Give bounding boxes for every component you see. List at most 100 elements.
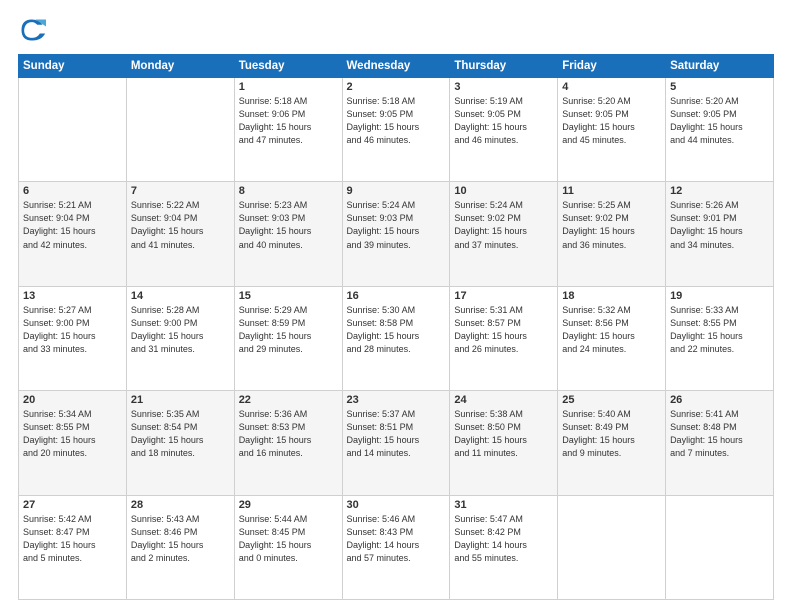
logo-icon — [18, 16, 46, 44]
day-info: Sunrise: 5:19 AM Sunset: 9:05 PM Dayligh… — [454, 95, 553, 147]
calendar-cell: 5Sunrise: 5:20 AM Sunset: 9:05 PM Daylig… — [666, 78, 774, 182]
day-number: 2 — [347, 81, 446, 93]
day-number: 19 — [670, 290, 769, 302]
day-info: Sunrise: 5:46 AM Sunset: 8:43 PM Dayligh… — [347, 513, 446, 565]
day-number: 27 — [23, 499, 122, 511]
day-info: Sunrise: 5:47 AM Sunset: 8:42 PM Dayligh… — [454, 513, 553, 565]
day-number: 7 — [131, 185, 230, 197]
calendar-cell: 10 Sunrise: 5:24 AM Sunset: 9:02 PM Dayli… — [450, 182, 558, 286]
day-info: Sunrise: 5:30 AM Sunset: 8:58 PM Dayligh… — [347, 304, 446, 356]
day-number: 11 — [562, 185, 661, 197]
day-info: Sunrise: 5:37 AM Sunset: 8:51 PM Dayligh… — [347, 408, 446, 460]
header — [18, 16, 774, 44]
calendar-cell: 4 Sunrise: 5:20 AM Sunset: 9:05 PM Daylig… — [558, 78, 666, 182]
day-number: 30 — [347, 499, 446, 511]
calendar-cell — [19, 78, 127, 182]
day-info: Sunrise: 5:31 AM Sunset: 8:57 PM Dayligh… — [454, 304, 553, 356]
day-info: Sunrise: 5:29 AM Sunset: 8:59 PM Dayligh… — [239, 304, 338, 356]
calendar-week-row: 20Sunrise: 5:34 AM Sunset: 8:55 PM Dayli… — [19, 391, 774, 495]
calendar-cell: 29 Sunrise: 5:44 AM Sunset: 8:45 PM Dayli… — [234, 495, 342, 599]
day-info: Sunrise: 5:23 AM Sunset: 9:03 PM Dayligh… — [239, 199, 338, 251]
calendar-day-header: Monday — [126, 55, 234, 78]
calendar-cell: 6 Sunrise: 5:21 AM Sunset: 9:04 PM Daylig… — [19, 182, 127, 286]
day-info: Sunrise: 5:44 AM Sunset: 8:45 PM Dayligh… — [239, 513, 338, 565]
day-number: 12 — [670, 185, 769, 197]
calendar-cell: 1 Sunrise: 5:18 AM Sunset: 9:06 PM Daylig… — [234, 78, 342, 182]
day-number: 15 — [239, 290, 338, 302]
calendar-cell: 28 Sunrise: 5:43 AM Sunset: 8:46 PM Dayli… — [126, 495, 234, 599]
calendar-cell: 21 Sunrise: 5:35 AM Sunset: 8:54 PM Dayli… — [126, 391, 234, 495]
day-number: 9 — [347, 185, 446, 197]
calendar-cell: 15 Sunrise: 5:29 AM Sunset: 8:59 PM Dayli… — [234, 286, 342, 390]
calendar-week-row: 1 Sunrise: 5:18 AM Sunset: 9:06 PM Daylig… — [19, 78, 774, 182]
calendar-cell: 24 Sunrise: 5:38 AM Sunset: 8:50 PM Dayli… — [450, 391, 558, 495]
day-info: Sunrise: 5:27 AM Sunset: 9:00 PM Dayligh… — [23, 304, 122, 356]
day-info: Sunrise: 5:26 AM Sunset: 9:01 PM Dayligh… — [670, 199, 769, 251]
calendar-cell: 14Sunrise: 5:28 AM Sunset: 9:00 PM Dayli… — [126, 286, 234, 390]
day-number: 21 — [131, 394, 230, 406]
calendar-cell: 25 Sunrise: 5:40 AM Sunset: 8:49 PM Dayli… — [558, 391, 666, 495]
day-number: 8 — [239, 185, 338, 197]
calendar-week-row: 6 Sunrise: 5:21 AM Sunset: 9:04 PM Daylig… — [19, 182, 774, 286]
calendar-week-row: 27 Sunrise: 5:42 AM Sunset: 8:47 PM Dayli… — [19, 495, 774, 599]
calendar-cell: 31 Sunrise: 5:47 AM Sunset: 8:42 PM Dayli… — [450, 495, 558, 599]
calendar-day-header: Saturday — [666, 55, 774, 78]
calendar-day-header: Friday — [558, 55, 666, 78]
day-info: Sunrise: 5:43 AM Sunset: 8:46 PM Dayligh… — [131, 513, 230, 565]
calendar-cell: 23 Sunrise: 5:37 AM Sunset: 8:51 PM Dayli… — [342, 391, 450, 495]
calendar-cell — [126, 78, 234, 182]
day-number: 17 — [454, 290, 553, 302]
day-number: 4 — [562, 81, 661, 93]
day-info: Sunrise: 5:25 AM Sunset: 9:02 PM Dayligh… — [562, 199, 661, 251]
calendar-day-header: Wednesday — [342, 55, 450, 78]
calendar-cell: 22Sunrise: 5:36 AM Sunset: 8:53 PM Dayli… — [234, 391, 342, 495]
day-number: 26 — [670, 394, 769, 406]
day-number: 29 — [239, 499, 338, 511]
day-number: 20 — [23, 394, 122, 406]
calendar-cell: 8 Sunrise: 5:23 AM Sunset: 9:03 PM Daylig… — [234, 182, 342, 286]
calendar-day-header: Thursday — [450, 55, 558, 78]
day-number: 28 — [131, 499, 230, 511]
calendar-cell: 26Sunrise: 5:41 AM Sunset: 8:48 PM Dayli… — [666, 391, 774, 495]
day-number: 1 — [239, 81, 338, 93]
day-number: 10 — [454, 185, 553, 197]
calendar-cell: 17 Sunrise: 5:31 AM Sunset: 8:57 PM Dayli… — [450, 286, 558, 390]
day-info: Sunrise: 5:38 AM Sunset: 8:50 PM Dayligh… — [454, 408, 553, 460]
calendar-cell — [558, 495, 666, 599]
day-info: Sunrise: 5:42 AM Sunset: 8:47 PM Dayligh… — [23, 513, 122, 565]
day-number: 6 — [23, 185, 122, 197]
day-number: 18 — [562, 290, 661, 302]
day-number: 23 — [347, 394, 446, 406]
calendar-cell: 11 Sunrise: 5:25 AM Sunset: 9:02 PM Dayli… — [558, 182, 666, 286]
day-number: 3 — [454, 81, 553, 93]
calendar-cell: 13Sunrise: 5:27 AM Sunset: 9:00 PM Dayli… — [19, 286, 127, 390]
day-info: Sunrise: 5:20 AM Sunset: 9:05 PM Dayligh… — [670, 95, 769, 147]
day-number: 16 — [347, 290, 446, 302]
calendar-week-row: 13Sunrise: 5:27 AM Sunset: 9:00 PM Dayli… — [19, 286, 774, 390]
calendar-cell: 2 Sunrise: 5:18 AM Sunset: 9:05 PM Daylig… — [342, 78, 450, 182]
day-info: Sunrise: 5:20 AM Sunset: 9:05 PM Dayligh… — [562, 95, 661, 147]
calendar-cell: 16 Sunrise: 5:30 AM Sunset: 8:58 PM Dayli… — [342, 286, 450, 390]
day-info: Sunrise: 5:36 AM Sunset: 8:53 PM Dayligh… — [239, 408, 338, 460]
day-info: Sunrise: 5:18 AM Sunset: 9:05 PM Dayligh… — [347, 95, 446, 147]
calendar-cell: 3 Sunrise: 5:19 AM Sunset: 9:05 PM Daylig… — [450, 78, 558, 182]
calendar-cell: 7 Sunrise: 5:22 AM Sunset: 9:04 PM Daylig… — [126, 182, 234, 286]
day-info: Sunrise: 5:21 AM Sunset: 9:04 PM Dayligh… — [23, 199, 122, 251]
day-info: Sunrise: 5:18 AM Sunset: 9:06 PM Dayligh… — [239, 95, 338, 147]
calendar-cell: 9 Sunrise: 5:24 AM Sunset: 9:03 PM Daylig… — [342, 182, 450, 286]
calendar-cell: 20Sunrise: 5:34 AM Sunset: 8:55 PM Dayli… — [19, 391, 127, 495]
day-number: 25 — [562, 394, 661, 406]
day-number: 31 — [454, 499, 553, 511]
day-number: 24 — [454, 394, 553, 406]
day-info: Sunrise: 5:32 AM Sunset: 8:56 PM Dayligh… — [562, 304, 661, 356]
calendar-cell: 12 Sunrise: 5:26 AM Sunset: 9:01 PM Dayli… — [666, 182, 774, 286]
day-number: 14 — [131, 290, 230, 302]
day-info: Sunrise: 5:24 AM Sunset: 9:02 PM Dayligh… — [454, 199, 553, 251]
day-info: Sunrise: 5:22 AM Sunset: 9:04 PM Dayligh… — [131, 199, 230, 251]
page: SundayMondayTuesdayWednesdayThursdayFrid… — [0, 0, 792, 612]
calendar-cell: 18 Sunrise: 5:32 AM Sunset: 8:56 PM Dayli… — [558, 286, 666, 390]
day-info: Sunrise: 5:35 AM Sunset: 8:54 PM Dayligh… — [131, 408, 230, 460]
calendar-day-header: Tuesday — [234, 55, 342, 78]
day-info: Sunrise: 5:24 AM Sunset: 9:03 PM Dayligh… — [347, 199, 446, 251]
day-info: Sunrise: 5:40 AM Sunset: 8:49 PM Dayligh… — [562, 408, 661, 460]
